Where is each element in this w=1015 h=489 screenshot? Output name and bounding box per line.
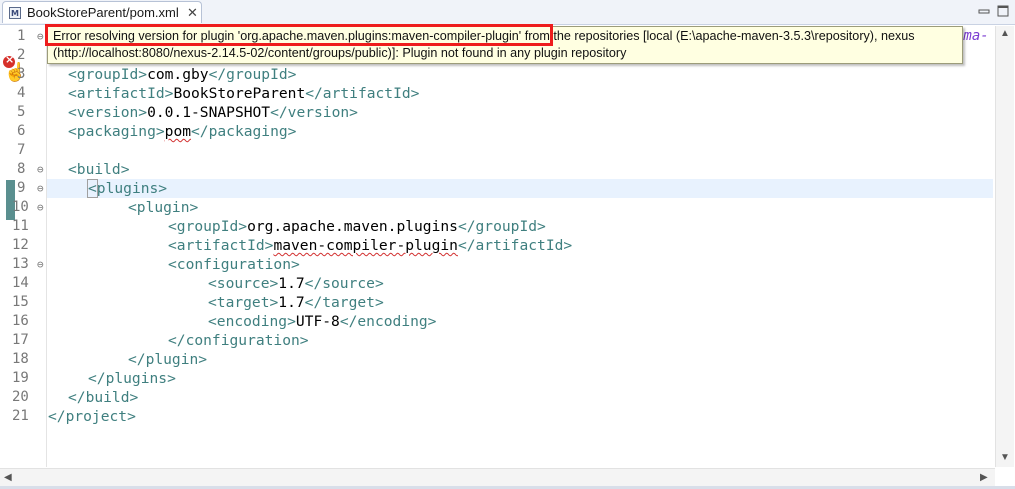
line-number-gutter: ☝ 1 2 3 4 5 6 7 8 9 10 11 12 13 14 15 16… [0, 26, 46, 467]
code-line-20: </build> [68, 389, 139, 406]
annotation-highlight-box [45, 24, 553, 46]
code-line-13: <configuration> [168, 256, 300, 273]
tooltip-line-2: (http://localhost:8080/nexus-2.14.5-02/c… [53, 46, 627, 60]
line-number: 13 [12, 256, 29, 272]
code-line-15: <target>1.7</target> [208, 294, 384, 311]
fold-toggle-icon[interactable]: ⊖ [37, 182, 44, 195]
code-line-21: </project> [48, 408, 136, 425]
code-line-6: <packaging>pom</packaging> [68, 123, 297, 140]
line-number: 1 [17, 28, 26, 44]
code-line-11: <groupId>org.apache.maven.plugins</group… [168, 218, 546, 235]
current-line-highlight [47, 179, 993, 198]
line-number: 10 [12, 199, 29, 215]
line-number: 4 [17, 85, 26, 101]
line-number: 12 [12, 237, 29, 253]
code-editor[interactable]: <groupId>com.gby</groupId> <artifactId>B… [47, 26, 993, 467]
close-icon[interactable]: ✕ [187, 5, 198, 21]
svg-text:M: M [11, 9, 19, 18]
fold-toggle-icon[interactable]: ⊖ [37, 30, 44, 43]
tab-pom-xml[interactable]: M BookStoreParent/pom.xml ✕ [2, 1, 202, 23]
code-line-3: <groupId>com.gby</groupId> [68, 66, 297, 83]
code-line-5: <version>0.0.1-SNAPSHOT</version> [68, 104, 358, 121]
code-line-10: <plugin> [128, 199, 199, 216]
code-line-14: <source>1.7</source> [208, 275, 384, 292]
line-number: 16 [12, 313, 29, 329]
scroll-left-icon[interactable]: ◀ [4, 472, 12, 483]
line-number: 19 [12, 370, 29, 386]
code-line-18: </plugin> [128, 351, 208, 368]
code-line-12: <artifactId>maven-compiler-plugin</artif… [168, 237, 573, 254]
line-number: 18 [12, 351, 29, 367]
line-number: 2 [17, 47, 26, 63]
vertical-scrollbar[interactable]: ▲ ▼ [995, 26, 1014, 467]
fold-toggle-icon[interactable]: ⊖ [37, 201, 44, 214]
maximize-icon[interactable] [996, 4, 1010, 18]
xml-file-icon: M [9, 7, 21, 19]
code-line-17: </configuration> [168, 332, 309, 349]
line-number: 6 [17, 123, 26, 139]
line-number: 15 [12, 294, 29, 310]
code-line-8: <build> [68, 161, 130, 178]
tab-label: BookStoreParent/pom.xml [27, 5, 179, 20]
line-number: 8 [17, 161, 26, 177]
editor-tab-bar: M BookStoreParent/pom.xml ✕ [0, 0, 1015, 25]
line-number: 14 [12, 275, 29, 291]
line-number: 7 [17, 142, 26, 158]
scroll-right-icon[interactable]: ▶ [980, 472, 988, 483]
line-number: 5 [17, 104, 26, 120]
code-line-19: </plugins> [88, 370, 176, 387]
code-line-16: <encoding>UTF-8</encoding> [208, 313, 437, 330]
line-number: 11 [12, 218, 29, 234]
fold-toggle-icon[interactable]: ⊖ [37, 163, 44, 176]
line-number: 9 [17, 180, 26, 196]
minimize-icon[interactable] [977, 4, 991, 18]
line-number: 3 [17, 66, 26, 82]
scroll-up-icon[interactable]: ▲ [1000, 28, 1010, 39]
code-line-9: <plugins> [87, 179, 168, 198]
horizontal-scrollbar[interactable]: ◀ ▶ [0, 468, 995, 487]
line-number: 21 [12, 408, 29, 424]
scroll-down-icon[interactable]: ▼ [1000, 452, 1010, 463]
fold-toggle-icon[interactable]: ⊖ [37, 258, 44, 271]
code-line-4: <artifactId>BookStoreParent</artifactId> [68, 85, 420, 102]
bracket-match-marker: < [87, 179, 98, 198]
line-number: 20 [12, 389, 29, 405]
line-number: 17 [12, 332, 29, 348]
